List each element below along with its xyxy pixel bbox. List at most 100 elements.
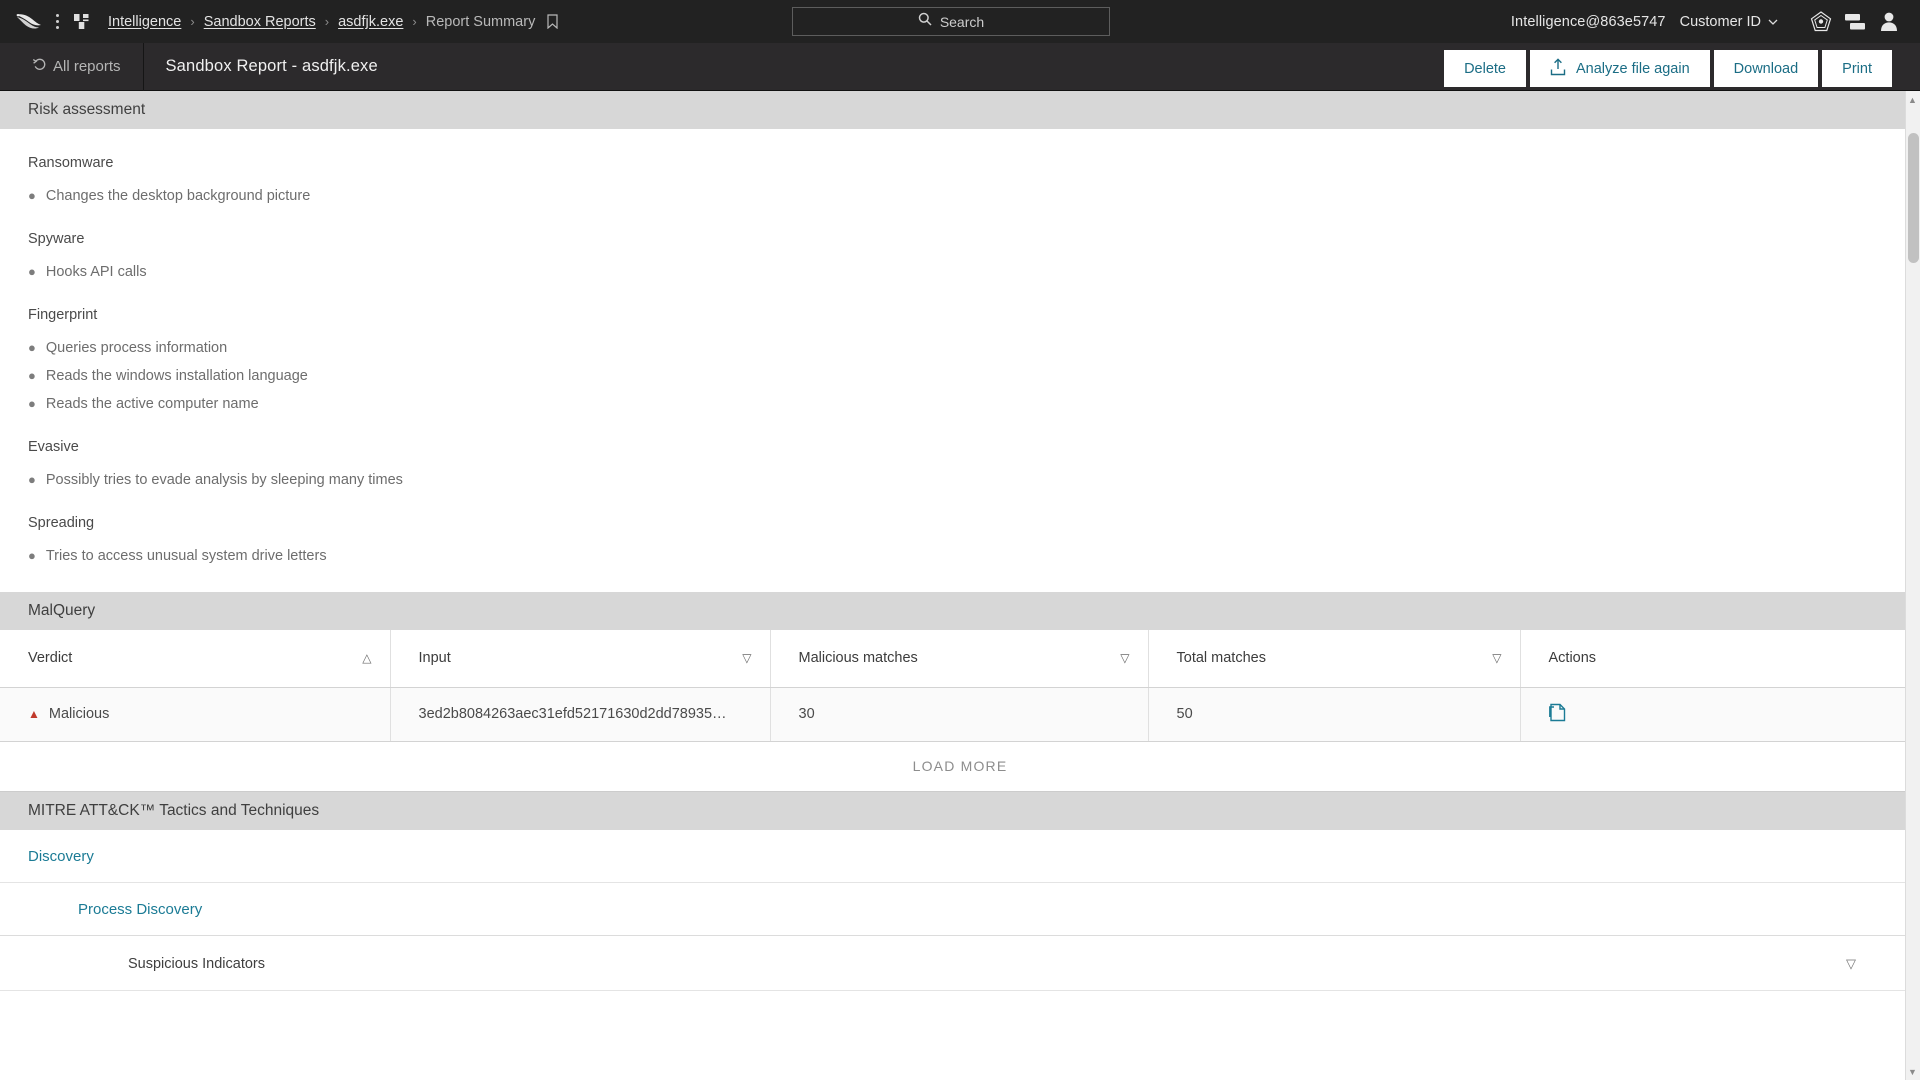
risk-item-label: Hooks API calls	[45, 264, 147, 280]
scroll-down-arrow-icon[interactable]: ▼	[1906, 1065, 1919, 1078]
breadcrumb-separator: ›	[190, 14, 195, 29]
risk-item: ● Changes the desktop background picture	[28, 182, 1892, 210]
column-label: Actions	[1548, 650, 1597, 667]
chat-bubbles-icon[interactable]	[1838, 12, 1872, 32]
column-header-verdict[interactable]: Verdict △	[0, 630, 391, 688]
upload-icon	[1550, 57, 1566, 80]
sort-descending-icon[interactable]: ▽	[1492, 651, 1501, 665]
risk-item: ● Possibly tries to evade analysis by sl…	[28, 466, 1892, 494]
risk-group-spreading: Spreading ● Tries to access unusual syst…	[28, 515, 1892, 570]
risk-item: ● Hooks API calls	[28, 258, 1892, 286]
cell-total-matches: 50	[1148, 687, 1521, 742]
bullet-icon: ●	[28, 368, 36, 383]
risk-item-label: Reads the active computer name	[45, 396, 259, 412]
mitre-technique-link[interactable]: Process Discovery	[78, 901, 202, 918]
print-button[interactable]: Print	[1822, 50, 1892, 87]
breadcrumb-separator: ›	[324, 14, 330, 29]
column-header-total-matches[interactable]: Total matches ▽	[1148, 630, 1521, 688]
delete-button[interactable]: Delete	[1444, 50, 1526, 87]
cell-verdict: ▲ Malicious	[0, 687, 391, 742]
all-reports-back-link[interactable]: All reports	[0, 43, 143, 90]
risk-group-evasive: Evasive ● Possibly tries to evade analys…	[28, 439, 1892, 494]
breadcrumb-item-report-summary: Report Summary	[425, 13, 536, 30]
filter-icon[interactable]: ▽	[1846, 956, 1856, 972]
risk-category-label: Ransomware	[28, 155, 114, 171]
report-toolbar: All reports Sandbox Report - asdfjk.exe …	[0, 42, 1920, 91]
mitre-tactic-row: Discovery	[0, 830, 1920, 883]
column-label: Total matches	[1176, 650, 1266, 667]
vertical-scrollbar[interactable]: ▲ ▼	[1905, 91, 1920, 1080]
risk-item-label: Queries process information	[45, 340, 228, 356]
table-row[interactable]: ▲ Malicious 3ed2b8084263aec31efd52171630…	[0, 687, 1920, 742]
risk-item: ● Reads the active computer name	[28, 390, 1892, 418]
analyze-file-again-button[interactable]: Analyze file again	[1530, 50, 1710, 87]
risk-item-label: Reads the windows installation language	[45, 368, 308, 384]
risk-item: ● Reads the windows installation languag…	[28, 362, 1892, 390]
user-avatar-icon[interactable]	[1872, 11, 1906, 32]
risk-assessment-body: Ransomware ● Changes the desktop backgro…	[0, 129, 1920, 592]
kebab-menu-icon[interactable]	[50, 9, 64, 35]
mitre-technique-row: Process Discovery	[0, 883, 1920, 936]
risk-item-label: Changes the desktop background picture	[45, 188, 311, 204]
column-header-actions: Actions	[1520, 630, 1920, 688]
sort-descending-icon[interactable]: ▽	[742, 651, 751, 665]
sort-descending-icon[interactable]: ▽	[1120, 651, 1129, 665]
risk-item: ● Tries to access unusual system drive l…	[28, 542, 1892, 570]
breadcrumb-item-file[interactable]: asdfjk.exe	[338, 14, 403, 30]
malquery-header: MalQuery	[0, 592, 1920, 630]
mitre-tactic-link[interactable]: Discovery	[28, 848, 94, 865]
scroll-up-arrow-icon[interactable]: ▲	[1906, 93, 1919, 106]
bullet-icon: ●	[28, 188, 36, 203]
load-more-button[interactable]: LOAD MORE	[0, 741, 1920, 792]
cell-actions	[1520, 687, 1920, 742]
tenant-label: Intelligence@863e5747	[1510, 13, 1666, 30]
risk-item-label: Possibly tries to evade analysis by slee…	[45, 472, 403, 488]
column-label: Verdict	[28, 650, 73, 667]
customer-id-dropdown[interactable]: Customer ID	[1680, 14, 1778, 30]
app-grid-icon[interactable]	[68, 9, 94, 35]
breadcrumb-item-intelligence[interactable]: Intelligence	[108, 14, 181, 30]
risk-assessment-header: Risk assessment	[0, 91, 1920, 129]
cell-input-hash: 3ed2b8084263aec31efd52171630d2dd78935…	[390, 687, 771, 742]
column-header-malicious-matches[interactable]: Malicious matches ▽	[770, 630, 1149, 688]
malquery-table: Verdict △ Input ▽ Malicious matches ▽ To…	[0, 630, 1920, 742]
search-input[interactable]: Search	[792, 7, 1110, 36]
all-reports-label: All reports	[53, 58, 121, 75]
risk-item: ● Queries process information	[28, 334, 1892, 362]
risk-category-label: Spyware	[28, 231, 85, 247]
falcon-logo-icon	[14, 10, 44, 34]
bullet-icon: ●	[28, 264, 36, 279]
copy-file-icon[interactable]	[1548, 703, 1567, 726]
table-header-row: Verdict △ Input ▽ Malicious matches ▽ To…	[0, 630, 1920, 688]
page-title: Sandbox Report - asdfjk.exe	[165, 57, 378, 75]
analyze-file-again-label: Analyze file again	[1576, 60, 1690, 77]
risk-category-label: Fingerprint	[28, 307, 98, 323]
bullet-icon: ●	[28, 340, 36, 355]
topbar-right-cluster: Intelligence@863e5747 Customer ID	[1511, 0, 1906, 43]
search-placeholder: Search	[939, 13, 985, 30]
delete-button-label: Delete	[1464, 60, 1506, 77]
download-button[interactable]: Download	[1713, 50, 1819, 87]
malicious-triangle-icon: ▲	[28, 707, 40, 721]
shield-badge-icon[interactable]	[1804, 10, 1838, 33]
risk-group-ransomware: Ransomware ● Changes the desktop backgro…	[28, 155, 1892, 210]
sort-ascending-icon[interactable]: △	[362, 651, 371, 665]
breadcrumb-item-sandbox-reports[interactable]: Sandbox Reports	[204, 14, 316, 30]
download-button-label: Download	[1733, 60, 1799, 77]
search-icon	[918, 12, 932, 31]
mitre-header: MITRE ATT&CK™ Tactics and Techniques	[0, 791, 1920, 830]
global-search[interactable]: Search	[792, 7, 1110, 36]
risk-group-fingerprint: Fingerprint ● Queries process informatio…	[28, 307, 1892, 418]
suspicious-indicators-label: Suspicious Indicators	[128, 955, 266, 972]
column-header-input[interactable]: Input ▽	[390, 630, 771, 688]
customer-id-label: Customer ID	[1679, 13, 1761, 30]
bullet-icon: ●	[28, 472, 36, 487]
scrollbar-thumb[interactable]	[1908, 133, 1919, 263]
cell-malicious-matches: 30	[770, 687, 1149, 742]
report-content: Risk assessment Ransomware ● Changes the…	[0, 91, 1920, 1080]
report-action-buttons: Delete Analyze file again Download Print	[1444, 50, 1892, 87]
bookmark-icon[interactable]	[547, 14, 558, 29]
suspicious-indicators-row[interactable]: Suspicious Indicators ▽	[0, 936, 1920, 991]
top-navigation-bar: Intelligence › Sandbox Reports › asdfjk.…	[0, 0, 1920, 43]
column-label: Input	[418, 650, 451, 667]
